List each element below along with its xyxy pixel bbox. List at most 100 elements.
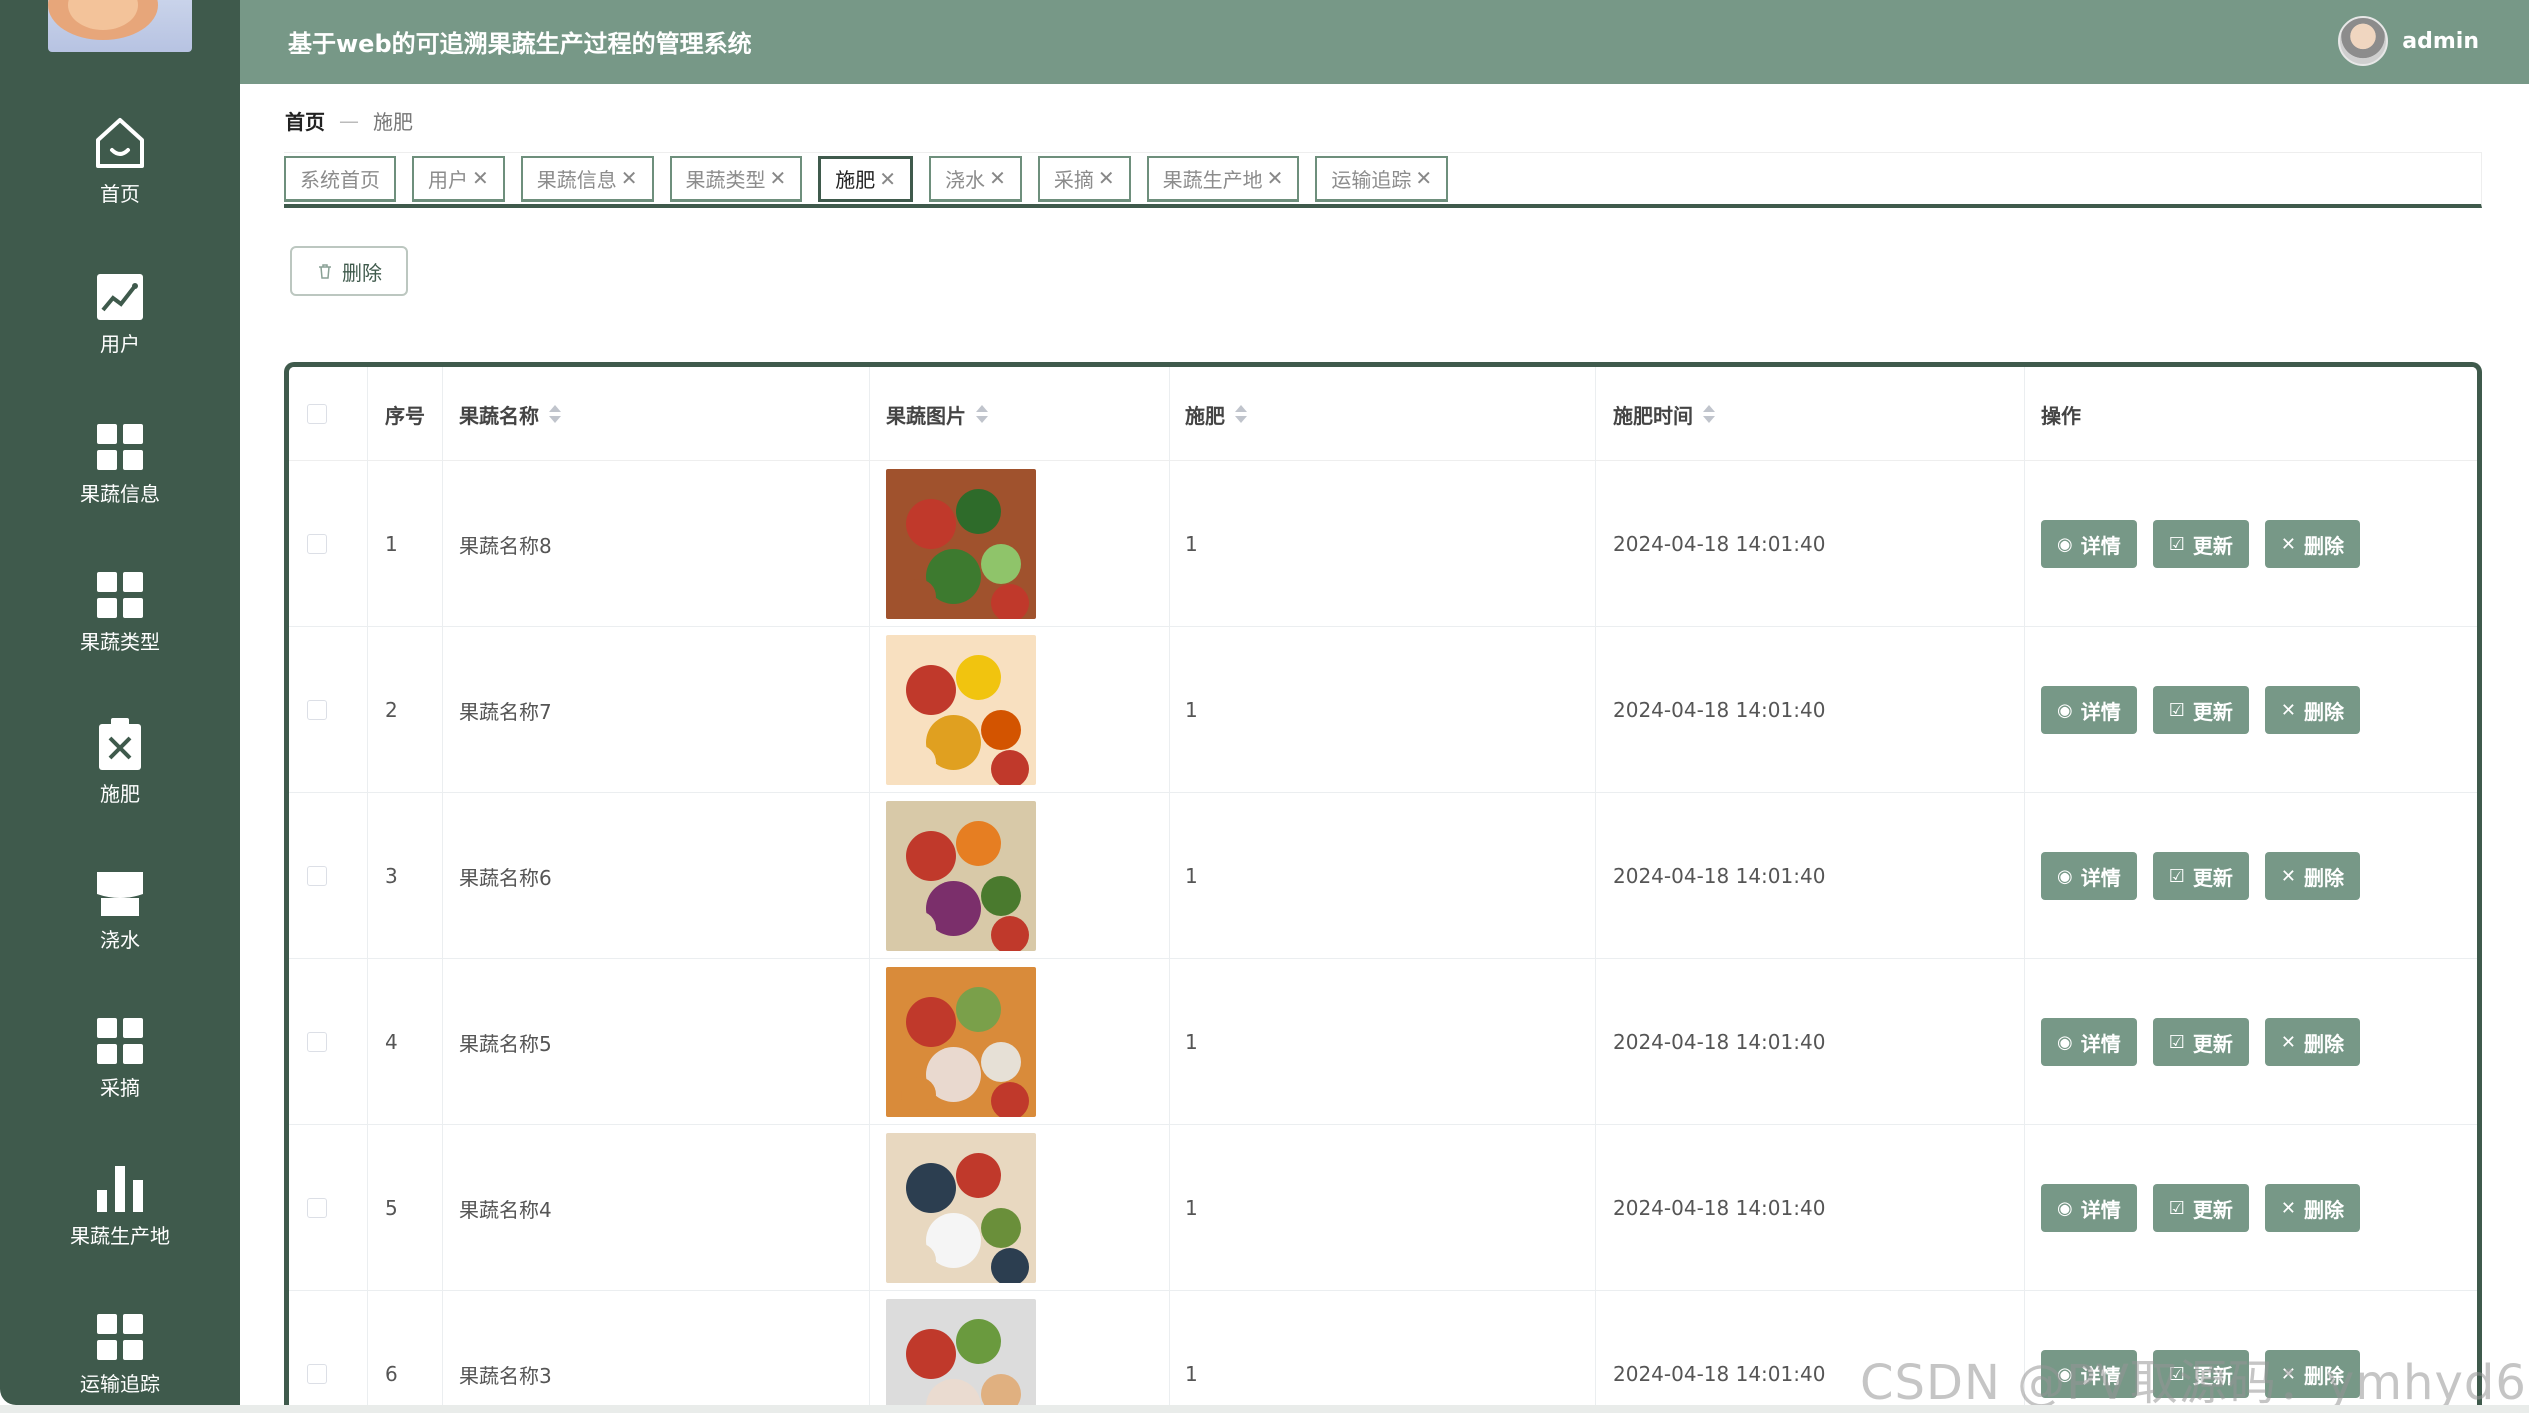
delete-button[interactable]: ✕ 删除 — [2264, 1184, 2360, 1232]
table-header: 序号 果蔬名称 果蔬图片 施肥 施肥时间 操作 — [289, 367, 2477, 461]
sidebar-item-produce-type[interactable]: 果蔬类型 — [0, 570, 240, 680]
sidebar-item-water[interactable]: 浇水 — [0, 868, 240, 978]
tab-label: 用户 — [428, 167, 468, 192]
watermark: CSDN @PV取源码：ymhyd666 — [1860, 1355, 2529, 1411]
th-fertilize[interactable]: 施肥 — [1185, 367, 1247, 461]
edit-icon: ☑ — [2168, 699, 2185, 721]
detail-button[interactable]: ◉ 详情 — [2041, 852, 2137, 900]
delete-button[interactable]: ✕ 删除 — [2264, 686, 2360, 734]
breadcrumb: 首页 — 施肥 — [285, 106, 413, 135]
row-name: 果蔬名称5 — [459, 1031, 552, 1056]
sidebar-item-origin[interactable]: 果蔬生产地 — [0, 1164, 240, 1274]
sidebar-item-picking[interactable]: 采摘 — [0, 1016, 240, 1126]
user-menu[interactable]: admin — [2338, 16, 2479, 66]
bottom-bar — [0, 1405, 2529, 1413]
close-icon[interactable]: ✕ — [621, 166, 638, 190]
tab-water[interactable]: 浇水 ✕ — [929, 155, 1022, 202]
close-icon[interactable]: ✕ — [472, 166, 489, 190]
sort-icon — [549, 405, 561, 423]
close-icon: ✕ — [2280, 1197, 2296, 1219]
row-checkbox[interactable] — [307, 793, 327, 959]
sidebar-item-home[interactable]: 首页 — [0, 112, 240, 222]
th-ops: 操作 — [2041, 403, 2081, 428]
tab-users[interactable]: 用户 ✕ — [412, 155, 505, 202]
close-icon: ✕ — [2280, 1031, 2296, 1053]
update-button[interactable]: ☑ 更新 — [2152, 686, 2249, 734]
tab-label: 浇水 — [945, 167, 986, 192]
row-checkbox[interactable] — [307, 627, 327, 793]
row-fertilize: 1 — [1185, 1362, 1198, 1386]
detail-button[interactable]: ◉ 详情 — [2041, 520, 2137, 568]
tab-system-home[interactable]: 系统首页 — [284, 155, 396, 202]
edit-icon: ☑ — [2168, 1031, 2185, 1053]
close-icon[interactable]: ✕ — [1098, 166, 1115, 190]
produce-image[interactable] — [886, 967, 1036, 1117]
edit-icon: ☑ — [2168, 1197, 2185, 1219]
detail-button[interactable]: ◉ 详情 — [2041, 686, 2137, 734]
avatar[interactable] — [2338, 16, 2389, 66]
update-button[interactable]: ☑ 更新 — [2152, 1018, 2249, 1066]
delete-button[interactable]: ✕ 删除 — [2264, 520, 2360, 568]
th-name[interactable]: 果蔬名称 — [459, 367, 561, 461]
th-time[interactable]: 施肥时间 — [1613, 367, 1715, 461]
tab-transport[interactable]: 运输追踪 ✕ — [1315, 155, 1449, 202]
sidebar-item-label: 果蔬生产地 — [70, 1224, 170, 1248]
close-icon[interactable]: ✕ — [989, 166, 1006, 190]
detail-button[interactable]: ◉ 详情 — [2041, 1184, 2137, 1232]
close-icon[interactable]: ✕ — [1415, 166, 1432, 190]
bar-chart-icon — [97, 1166, 143, 1212]
store-icon — [97, 872, 143, 916]
grid-icon — [97, 424, 143, 470]
th-image[interactable]: 果蔬图片 — [886, 367, 988, 461]
edit-icon: ☑ — [2168, 533, 2185, 555]
top-header: 基于web的可追溯果蔬生产过程的管理系统 admin — [240, 0, 2529, 84]
sidebar-item-fertilize[interactable]: 施肥 — [0, 718, 240, 828]
row-time: 2024-04-18 14:01:40 — [1613, 698, 1826, 722]
row-fertilize: 1 — [1185, 1030, 1198, 1054]
delete-button[interactable]: ✕ 删除 — [2264, 852, 2360, 900]
row-checkbox[interactable] — [307, 1125, 327, 1291]
edit-icon: ☑ — [2168, 865, 2185, 887]
sidebar-item-transport[interactable]: 运输追踪 — [0, 1312, 240, 1413]
tab-origin[interactable]: 果蔬生产地 ✕ — [1146, 155, 1300, 202]
close-icon[interactable]: ✕ — [770, 166, 787, 190]
tab-produce-info[interactable]: 果蔬信息 ✕ — [520, 155, 654, 202]
sidebar-item-label: 施肥 — [100, 782, 140, 806]
breadcrumb-current: 施肥 — [373, 110, 413, 134]
delete-button[interactable]: ✕ 删除 — [2264, 1018, 2360, 1066]
row-checkbox[interactable] — [307, 959, 327, 1125]
sidebar-item-users[interactable]: 用户 — [0, 272, 240, 382]
tab-fertilize[interactable]: 施肥 ✕ — [818, 155, 914, 202]
produce-image[interactable] — [886, 1299, 1036, 1413]
tab-picking[interactable]: 采摘 ✕ — [1037, 155, 1131, 202]
row-checkbox[interactable] — [307, 1291, 327, 1413]
sidebar-item-label: 运输追踪 — [80, 1372, 160, 1396]
tab-produce-type[interactable]: 果蔬类型 ✕ — [669, 155, 803, 202]
close-icon[interactable]: ✕ — [879, 167, 896, 191]
tab-label: 系统首页 — [300, 167, 380, 192]
sidebar-item-produce-info[interactable]: 果蔬信息 — [0, 422, 240, 532]
update-button[interactable]: ☑ 更新 — [2152, 1184, 2249, 1232]
update-button[interactable]: ☑ 更新 — [2152, 520, 2249, 568]
row-fertilize: 1 — [1185, 864, 1198, 888]
row-name: 果蔬名称8 — [459, 533, 552, 558]
breadcrumb-home[interactable]: 首页 — [285, 106, 325, 135]
username[interactable]: admin — [2402, 29, 2479, 54]
tab-label: 果蔬类型 — [685, 167, 766, 192]
produce-image[interactable] — [886, 635, 1036, 785]
select-all-checkbox[interactable] — [307, 367, 327, 461]
produce-image[interactable] — [886, 801, 1036, 951]
row-name: 果蔬名称6 — [459, 865, 552, 890]
batch-delete-button[interactable]: 删除 — [290, 246, 408, 296]
update-button[interactable]: ☑ 更新 — [2152, 852, 2249, 900]
produce-image[interactable] — [886, 1133, 1036, 1283]
row-time: 2024-04-18 14:01:40 — [1613, 1030, 1826, 1054]
row-checkbox[interactable] — [307, 461, 327, 627]
close-icon[interactable]: ✕ — [1267, 166, 1284, 190]
grid-icon — [97, 572, 143, 618]
eye-icon: ◉ — [2057, 699, 2073, 721]
detail-button[interactable]: ◉ 详情 — [2041, 1018, 2137, 1066]
produce-image[interactable] — [886, 469, 1036, 619]
tab-label: 施肥 — [835, 168, 876, 192]
row-image-cell — [886, 627, 1036, 793]
